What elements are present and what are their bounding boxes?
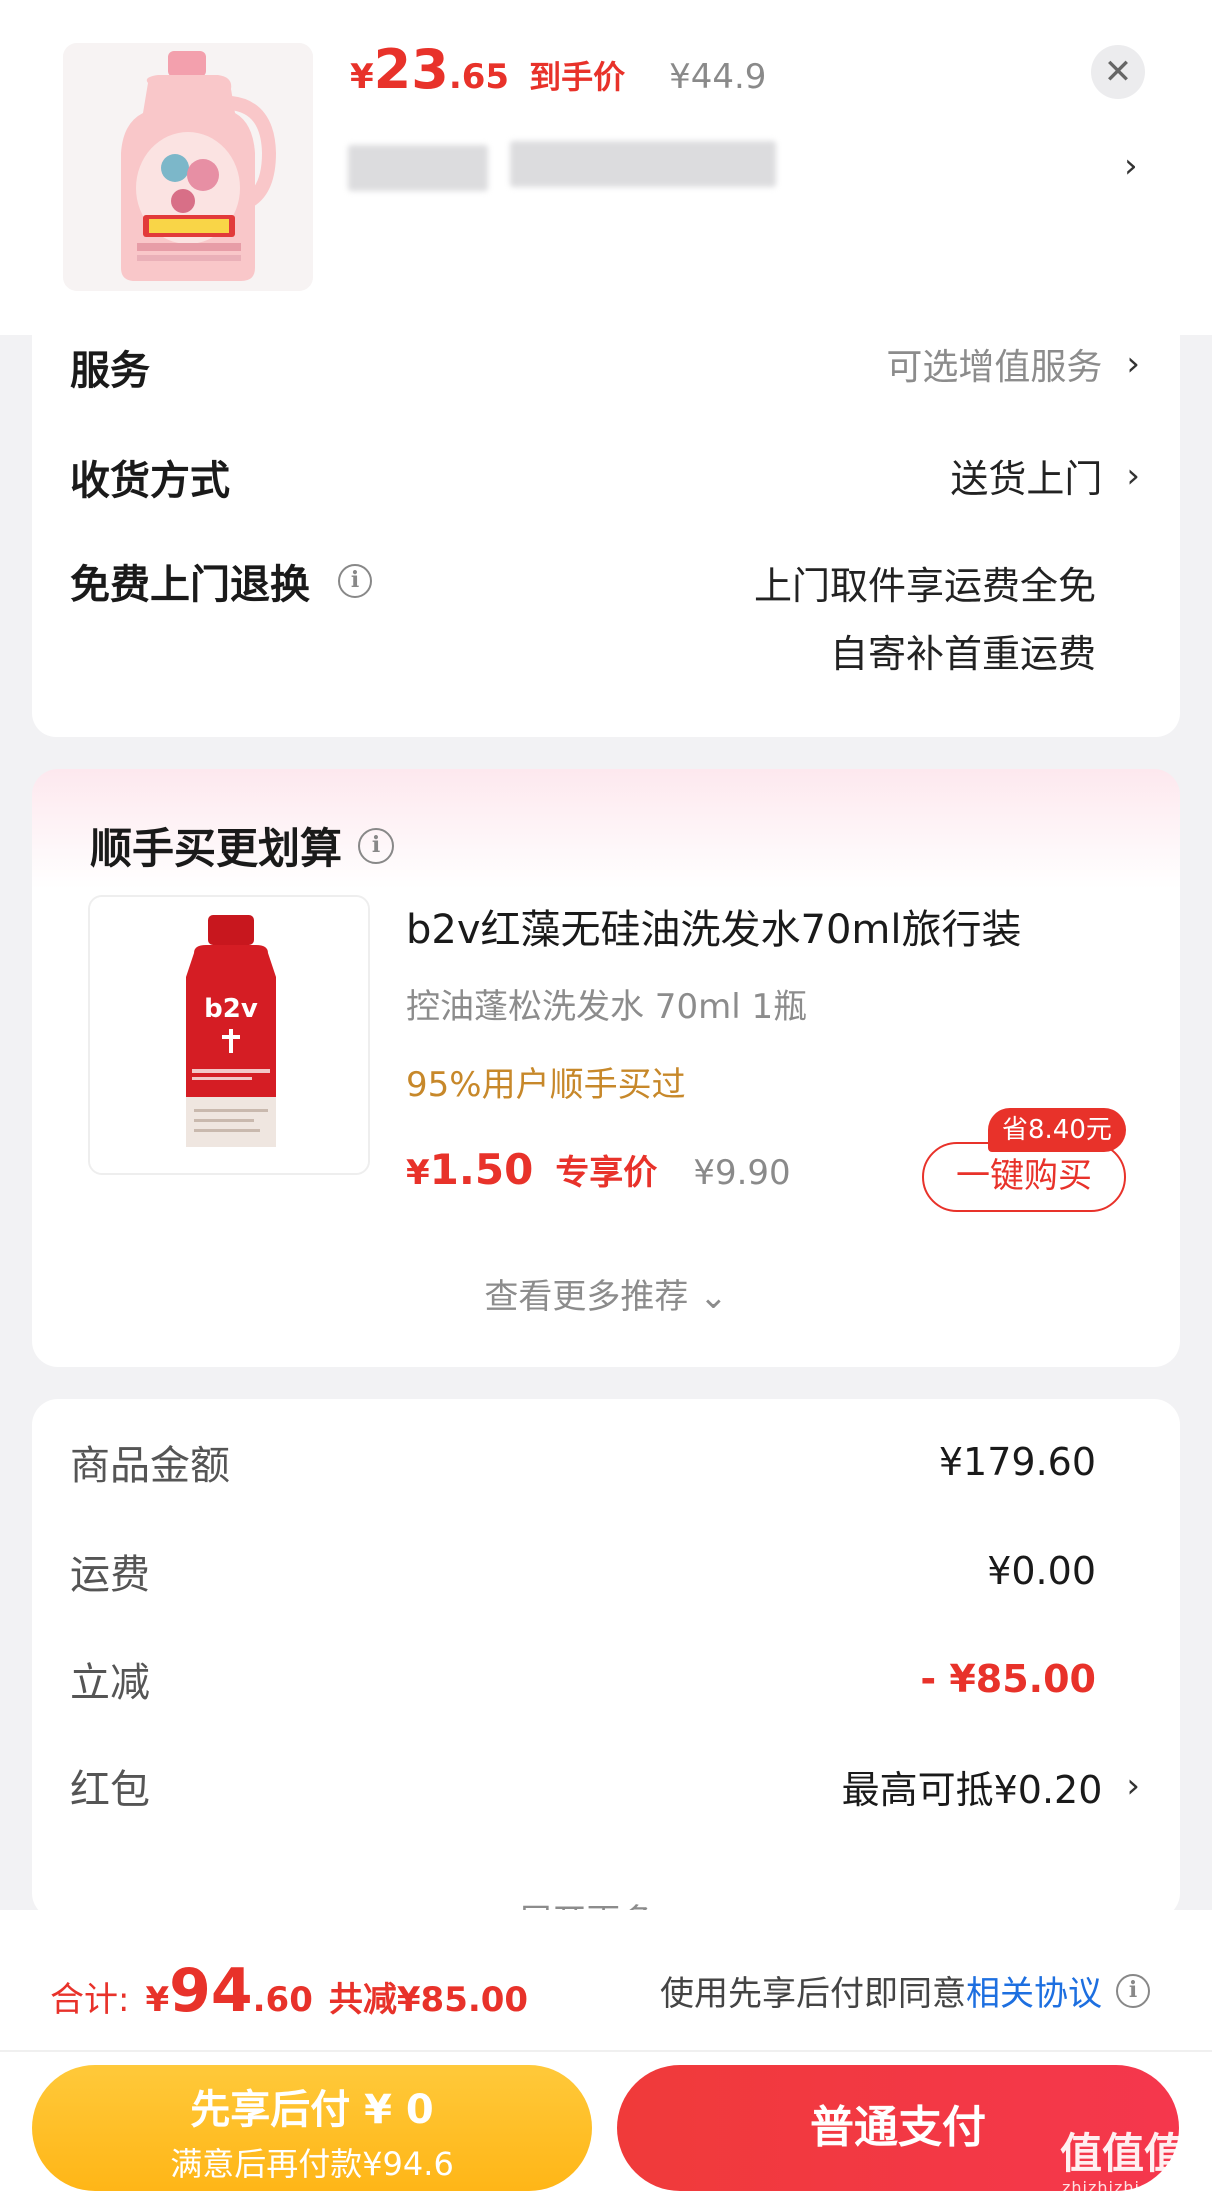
instant-discount-value: - ¥85.00 (920, 1657, 1096, 1701)
service-value-text: 可选增值服务 (886, 347, 1103, 388)
info-icon[interactable]: i (1116, 1973, 1150, 2008)
site-watermark: 值值值 (1060, 2132, 1187, 2178)
add-on-price-tag: 专享价 (555, 1153, 658, 1193)
more-recommendations-link[interactable]: 查看更多推荐 ⌄ (32, 1269, 1180, 1318)
shampoo-bottle-image: b2v (90, 897, 368, 1173)
delivery-label: 收货方式 (70, 458, 230, 504)
original-price: ¥44.9 (669, 57, 767, 97)
add-on-product-thumbnail[interactable]: b2v (88, 895, 370, 1175)
total-integer: 94 (169, 1956, 253, 2026)
free-return-line-2: 自寄补首重运费 (829, 632, 1096, 676)
savings-badge: 省8.40元 (988, 1108, 1126, 1152)
goods-amount-label: 商品金额 (70, 1443, 230, 1489)
add-on-title: 顺手买更划算 i (90, 815, 395, 876)
shipping-fee-row: 运费 ¥0.00 (70, 1542, 1140, 1600)
bnpl-subtitle: 满意后再付款¥94.6 (170, 2145, 454, 2183)
order-product-header: ¥ 23 .65 到手价 ¥44.9 ✕ › (0, 0, 1212, 335)
add-on-popularity: 95%用户顺手买过 (406, 1065, 686, 1105)
info-icon[interactable]: i (358, 827, 395, 864)
bnpl-title: 先享后付 ¥ 0 (190, 2087, 434, 2133)
shipping-fee-value: ¥0.00 (987, 1549, 1096, 1593)
add-on-original-price: ¥9.90 (693, 1153, 791, 1193)
redacted-text (510, 141, 776, 187)
add-on-recommendation-card: 顺手买更划算 i b2v b2v红藻无硅油洗发水70ml旅行装 控油蓬松洗发水 … (32, 769, 1180, 1367)
red-packet-row[interactable]: 红包 最高可抵¥0.20 › (70, 1757, 1140, 1815)
agreement-text: 使用先享后付即同意 (660, 1974, 966, 2014)
service-label: 服务 (70, 348, 150, 394)
agreement-notice: 使用先享后付即同意 相关协议 i (660, 1966, 1150, 2015)
free-return-label: 免费上门退换 i (70, 552, 372, 610)
checkout-bar: 合计: ¥ 94 .60 共减¥85.00 使用先享后付即同意 相关协议 i 先… (0, 1910, 1212, 2203)
header-price-line: ¥ 23 .65 到手价 ¥44.9 (350, 38, 766, 101)
add-on-price-line: ¥ 1.50 专享价 ¥9.90 (406, 1145, 791, 1194)
service-row[interactable]: 服务 可选增值服务 › (70, 338, 1140, 396)
free-return-value: 上门取件享运费全免 自寄补首重运费 (754, 552, 1096, 688)
divider (0, 2050, 1212, 2052)
chevron-right-icon[interactable]: › (1124, 146, 1138, 186)
buy-now-pay-later-button[interactable]: 先享后付 ¥ 0 满意后再付款¥94.6 (32, 2065, 592, 2191)
red-packet-value: 最高可抵¥0.20 › (842, 1759, 1140, 1814)
red-packet-value-text: 最高可抵¥0.20 (841, 1767, 1103, 1812)
total-discount: 共减¥85.00 (328, 1980, 529, 2020)
instant-discount-row: 立减 - ¥85.00 (70, 1650, 1140, 1708)
total-amount: 合计: ¥ 94 .60 共减¥85.00 (50, 1956, 528, 2026)
price-yen: ¥ (350, 57, 374, 97)
info-icon[interactable]: i (338, 564, 372, 598)
laundry-bottle-image (63, 43, 313, 291)
product-thumbnail[interactable] (63, 43, 313, 291)
free-return-line-1: 上门取件享运费全免 (753, 564, 1096, 608)
goods-amount-value: ¥179.60 (938, 1440, 1096, 1484)
total-decimal: .60 (252, 1980, 313, 2020)
goods-amount-row: 商品金额 ¥179.60 (70, 1433, 1140, 1491)
price-decimal: .65 (448, 57, 510, 97)
chevron-right-icon: › (1126, 1766, 1140, 1806)
site-watermark-url: zhizhizhi.com (1062, 2178, 1184, 2197)
chevron-right-icon: › (1126, 455, 1140, 496)
redacted-text (348, 145, 488, 191)
service-value: 可选增值服务 › (886, 338, 1140, 390)
delivery-value-text: 送货上门 (950, 457, 1103, 501)
free-return-label-text: 免费上门退换 (70, 562, 310, 608)
free-return-row: 免费上门退换 i 上门取件享运费全免 自寄补首重运费 (70, 552, 1140, 688)
close-button[interactable]: ✕ (1091, 45, 1145, 99)
one-click-buy-button[interactable]: 一键购买 (922, 1142, 1126, 1212)
add-on-product-name[interactable]: b2v红藻无硅油洗发水70ml旅行装 (406, 897, 1022, 955)
shipping-fee-label: 运费 (70, 1552, 150, 1598)
price-summary-card: 商品金额 ¥179.60 运费 ¥0.00 立减 - ¥85.00 红包 最高可… (32, 1399, 1180, 1942)
bottle-brand-text: b2v (204, 994, 258, 1024)
add-on-product-spec: 控油蓬松洗发水 70ml 1瓶 (406, 987, 808, 1027)
instant-discount-label: 立减 (70, 1660, 150, 1706)
price-integer: 23 (373, 38, 449, 101)
delivery-services-card: 服务 可选增值服务 › 收货方式 送货上门 › 免费上门退换 i 上门取件享运费… (32, 300, 1180, 737)
chevron-right-icon: › (1126, 344, 1140, 384)
delivery-value: 送货上门 › (950, 448, 1140, 503)
add-on-price: 1.50 (429, 1145, 534, 1194)
total-label: 合计: (50, 1980, 130, 2020)
total-yen: ¥ (145, 1980, 170, 2020)
red-packet-label: 红包 (70, 1767, 150, 1813)
add-on-title-text: 顺手买更划算 (90, 824, 343, 873)
add-on-price-yen: ¥ (406, 1153, 430, 1193)
agreement-link[interactable]: 相关协议 (966, 1966, 1102, 2015)
delivery-method-row[interactable]: 收货方式 送货上门 › (70, 448, 1140, 506)
price-tag: 到手价 (529, 58, 626, 96)
